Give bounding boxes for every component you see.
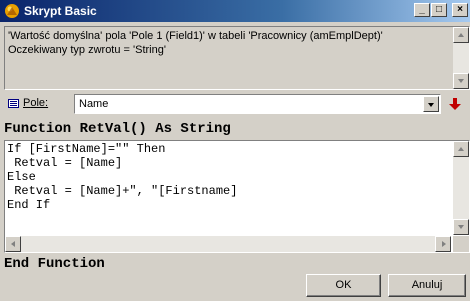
description-scrollbar[interactable] [453, 27, 469, 89]
chevron-up-icon [458, 33, 464, 37]
chevron-up-icon [458, 147, 464, 151]
field-select[interactable]: Name [74, 94, 441, 114]
field-select-value: Name [79, 98, 109, 110]
minimize-icon: _ [419, 4, 425, 15]
description-box: 'Wartość domyślna' pola 'Pole 1 (Field1)… [4, 26, 470, 90]
field-select-dropdown-button[interactable] [423, 96, 439, 112]
code-line: Else [7, 170, 36, 184]
ok-button[interactable]: OK [306, 274, 381, 297]
description-line-2: Oczekiwany typ zwrotu = 'String' [8, 44, 166, 56]
chevron-right-icon [442, 241, 446, 247]
field-label-rest: ole: [30, 97, 49, 109]
scroll-down-button[interactable] [453, 219, 469, 235]
code-line: Retval = [Name] [7, 156, 123, 170]
code-area[interactable]: If [FirstName]="" Then Retval = [Name] E… [7, 142, 453, 235]
maximize-button[interactable]: □ [431, 3, 447, 17]
code-editor[interactable]: If [FirstName]="" Then Retval = [Name] E… [4, 140, 470, 253]
code-vertical-scrollbar[interactable] [453, 141, 469, 235]
chevron-down-icon [458, 225, 464, 229]
close-icon: × [457, 4, 463, 15]
description-line-1: 'Wartość domyślna' pola 'Pole 1 (Field1)… [8, 30, 383, 42]
chevron-down-icon [458, 79, 464, 83]
maximize-icon: □ [435, 4, 443, 15]
field-icon [8, 99, 19, 108]
window-title: Skrypt Basic [24, 4, 97, 18]
code-line: Retval = [Name]+", "[Firstname] [7, 184, 238, 198]
scroll-up-button[interactable] [453, 141, 469, 157]
app-icon [5, 4, 19, 18]
close-button[interactable]: × [452, 3, 468, 17]
field-label: Pole: [23, 97, 48, 109]
insert-field-button[interactable] [446, 95, 464, 113]
scrollbar-corner [453, 236, 469, 252]
scroll-down-button[interactable] [453, 73, 469, 89]
script-dialog: Skrypt Basic _ □ × 'Wartość domyślna' po… [0, 0, 470, 301]
chevron-down-icon [428, 103, 434, 107]
minimize-button[interactable]: _ [414, 3, 430, 17]
arrow-down-icon-head [449, 104, 461, 110]
code-line: If [FirstName]="" Then [7, 142, 166, 156]
code-line: End If [7, 198, 51, 212]
scroll-up-button[interactable] [453, 27, 469, 43]
chevron-left-icon [11, 241, 15, 247]
function-header: Function RetVal() As String [4, 121, 231, 137]
title-bar[interactable]: Skrypt Basic _ □ × [0, 0, 470, 22]
cancel-button[interactable]: Anuluj [388, 274, 466, 297]
scroll-right-button[interactable] [435, 236, 451, 252]
code-horizontal-scrollbar[interactable] [5, 236, 451, 252]
function-footer: End Function [4, 256, 105, 272]
description-text: 'Wartość domyślna' pola 'Pole 1 (Field1)… [8, 29, 448, 57]
scroll-left-button[interactable] [5, 236, 21, 252]
